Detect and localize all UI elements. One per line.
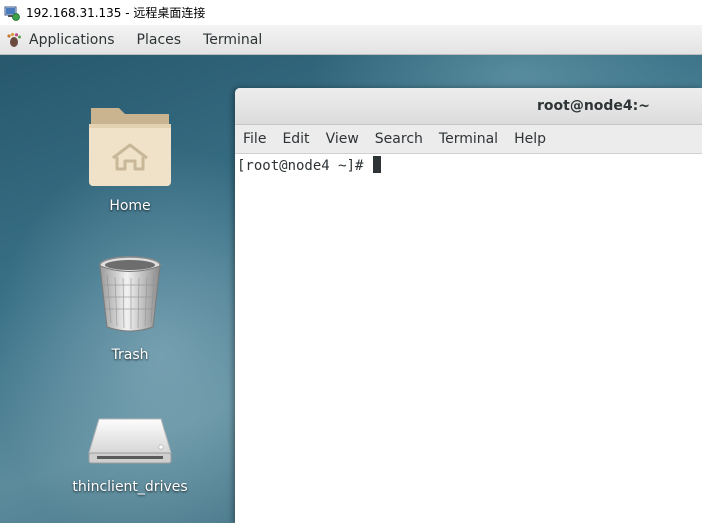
remote-desktop-icon [4,6,20,21]
window-title: 192.168.31.135 - 远程桌面连接 [26,6,206,20]
desktop-icon-thinclient-drives[interactable]: thinclient_drives [70,413,190,495]
desktop-icon-label: Home [109,198,151,214]
gnome-foot-icon [7,32,21,47]
terminal-menu-label: Terminal [203,31,263,48]
terminal-menubar: File Edit View Search Terminal Help [235,125,702,154]
menu-search[interactable]: Search [375,131,423,147]
top-panel: Applications Places Terminal [0,25,702,55]
shell-prompt: [root@node4 ~]# [237,158,372,174]
applications-label: Applications [29,31,115,48]
rdp-title-bar: 192.168.31.135 - 远程桌面连接 [0,0,702,25]
desktop-icon-home[interactable]: Home [70,100,190,214]
desktop-icon-label: Trash [111,347,149,363]
desktop-icon-trash[interactable]: Trash [70,253,190,363]
home-folder-icon [89,108,171,186]
terminal-window[interactable]: root@node4:~ File Edit View Search Termi… [235,88,702,523]
places-menu[interactable]: Places [137,32,182,48]
desktop: Home Trash thinclient_drives root@node4:… [0,55,702,523]
terminal-title: root@node4:~ [536,98,650,114]
places-label: Places [136,31,182,48]
trash-icon [99,256,161,332]
terminal-app-menu[interactable]: Terminal [203,32,262,48]
menu-view[interactable]: View [326,131,359,147]
applications-menu[interactable]: Applications [0,32,115,48]
menu-help[interactable]: Help [514,131,546,147]
menu-terminal[interactable]: Terminal [439,131,498,147]
desktop-icon-label: thinclient_drives [72,479,188,495]
menu-edit[interactable]: Edit [282,131,309,147]
text-cursor [372,156,381,173]
drive-icon [88,418,172,464]
menu-file[interactable]: File [243,131,266,147]
terminal-header-bar[interactable]: root@node4:~ [235,88,702,125]
terminal-body[interactable]: [root@node4 ~]# [235,154,702,176]
